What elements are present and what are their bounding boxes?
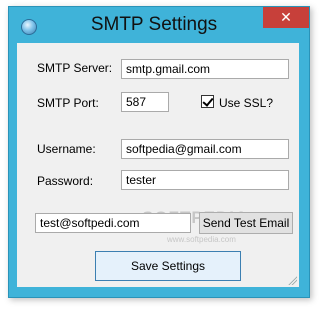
- password-label: Password:: [37, 174, 94, 188]
- smtp-port-input[interactable]: [121, 92, 169, 112]
- password-input[interactable]: [121, 170, 289, 190]
- username-label: Username:: [37, 142, 96, 156]
- test-email-input[interactable]: [35, 213, 191, 233]
- resize-grip[interactable]: [287, 275, 297, 285]
- checkmark-icon: [202, 95, 214, 107]
- watermark-url: www.softpedia.com: [167, 235, 236, 244]
- close-button[interactable]: ✕: [263, 7, 309, 28]
- smtp-port-label: SMTP Port:: [37, 96, 99, 110]
- window-title: SMTP Settings: [90, 14, 218, 35]
- close-icon: ✕: [280, 9, 292, 25]
- title-bar[interactable]: SMTP Settings ✕: [9, 7, 309, 43]
- use-ssl-label[interactable]: Use SSL?: [219, 96, 273, 110]
- use-ssl-checkbox[interactable]: [201, 95, 214, 108]
- app-icon: [21, 19, 37, 35]
- smtp-settings-window: SMTP Settings ✕ SMTP Server: SMTP Port: …: [8, 6, 310, 298]
- smtp-server-input[interactable]: [121, 59, 289, 79]
- settings-form: SMTP Server: SMTP Port: Use SSL? Usernam…: [17, 43, 299, 287]
- save-settings-button[interactable]: Save Settings: [95, 251, 241, 281]
- smtp-server-label: SMTP Server:: [37, 61, 113, 75]
- username-input[interactable]: [121, 139, 289, 159]
- send-test-email-button[interactable]: Send Test Email: [199, 212, 293, 234]
